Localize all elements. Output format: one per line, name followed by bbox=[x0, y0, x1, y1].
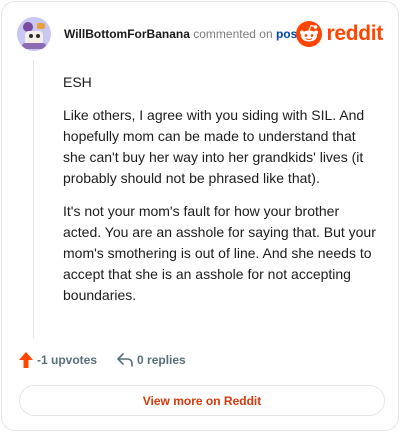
reply-count: 0 replies bbox=[137, 353, 186, 367]
embed-card: WillBottomForBanana commented on post re… bbox=[1, 1, 399, 431]
comment-paragraph: It's not your mom's fault for how your b… bbox=[63, 203, 376, 303]
reddit-logo[interactable]: reddit bbox=[296, 19, 383, 49]
thread-line bbox=[33, 60, 34, 338]
comment-paragraph: ESH bbox=[63, 74, 92, 90]
comment-paragraph: Like others, I agree with you siding wit… bbox=[63, 107, 365, 186]
avatar-image bbox=[17, 17, 51, 51]
upvote-arrow-icon bbox=[19, 352, 33, 368]
replies-button[interactable]: 0 replies bbox=[117, 353, 186, 367]
upvote-button[interactable]: -1 upvotes bbox=[19, 352, 97, 368]
reddit-wordmark: reddit bbox=[326, 22, 383, 45]
upvote-count: -1 upvotes bbox=[37, 353, 98, 367]
action-text: commented on bbox=[193, 27, 273, 41]
comment-meta: WillBottomForBanana commented on post bbox=[64, 27, 301, 41]
user-avatar[interactable] bbox=[17, 17, 51, 51]
reply-arrow-icon bbox=[117, 353, 133, 367]
comment-body: ESH Like others, I agree with you siding… bbox=[63, 72, 379, 318]
username-link[interactable]: WillBottomForBanana bbox=[64, 27, 190, 41]
reddit-snoo-icon bbox=[296, 21, 323, 47]
comment-header: WillBottomForBanana commented on post re… bbox=[17, 17, 383, 51]
view-more-button[interactable]: View more on Reddit bbox=[19, 385, 385, 416]
comment-actions: -1 upvotes 0 replies bbox=[19, 351, 186, 369]
